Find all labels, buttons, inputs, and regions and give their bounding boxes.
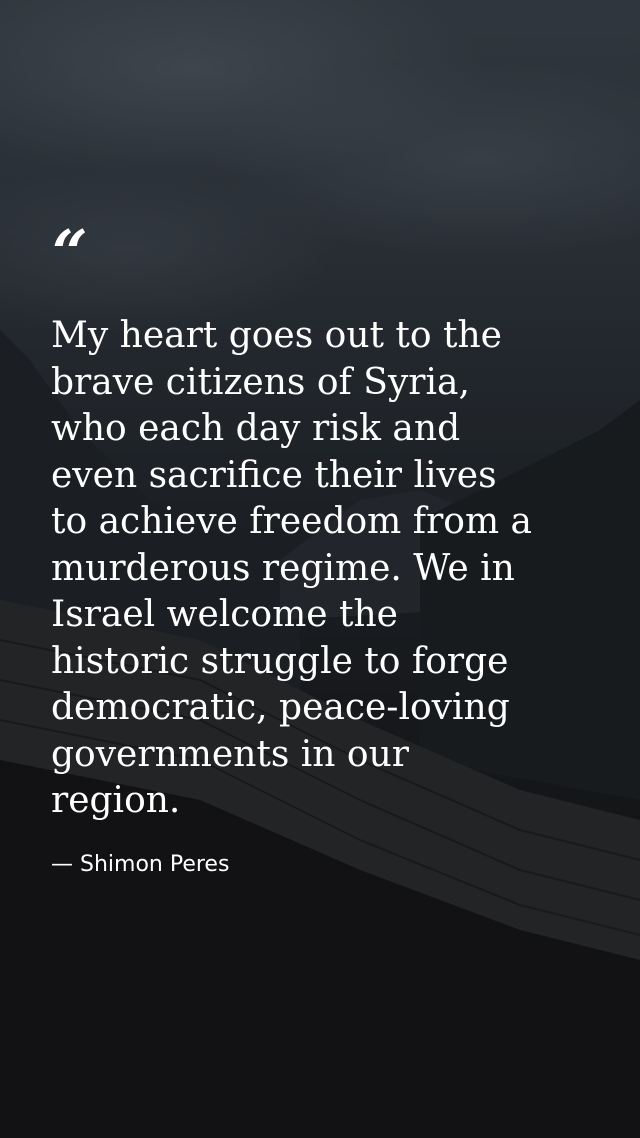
- quote-author: — Shimon Peres: [51, 852, 230, 877]
- quote-card: “ My heart goes out to the brave citizen…: [0, 0, 640, 1138]
- quote-text: My heart goes out to the brave citizens …: [51, 315, 532, 821]
- quote-mark-icon: “: [52, 216, 88, 289]
